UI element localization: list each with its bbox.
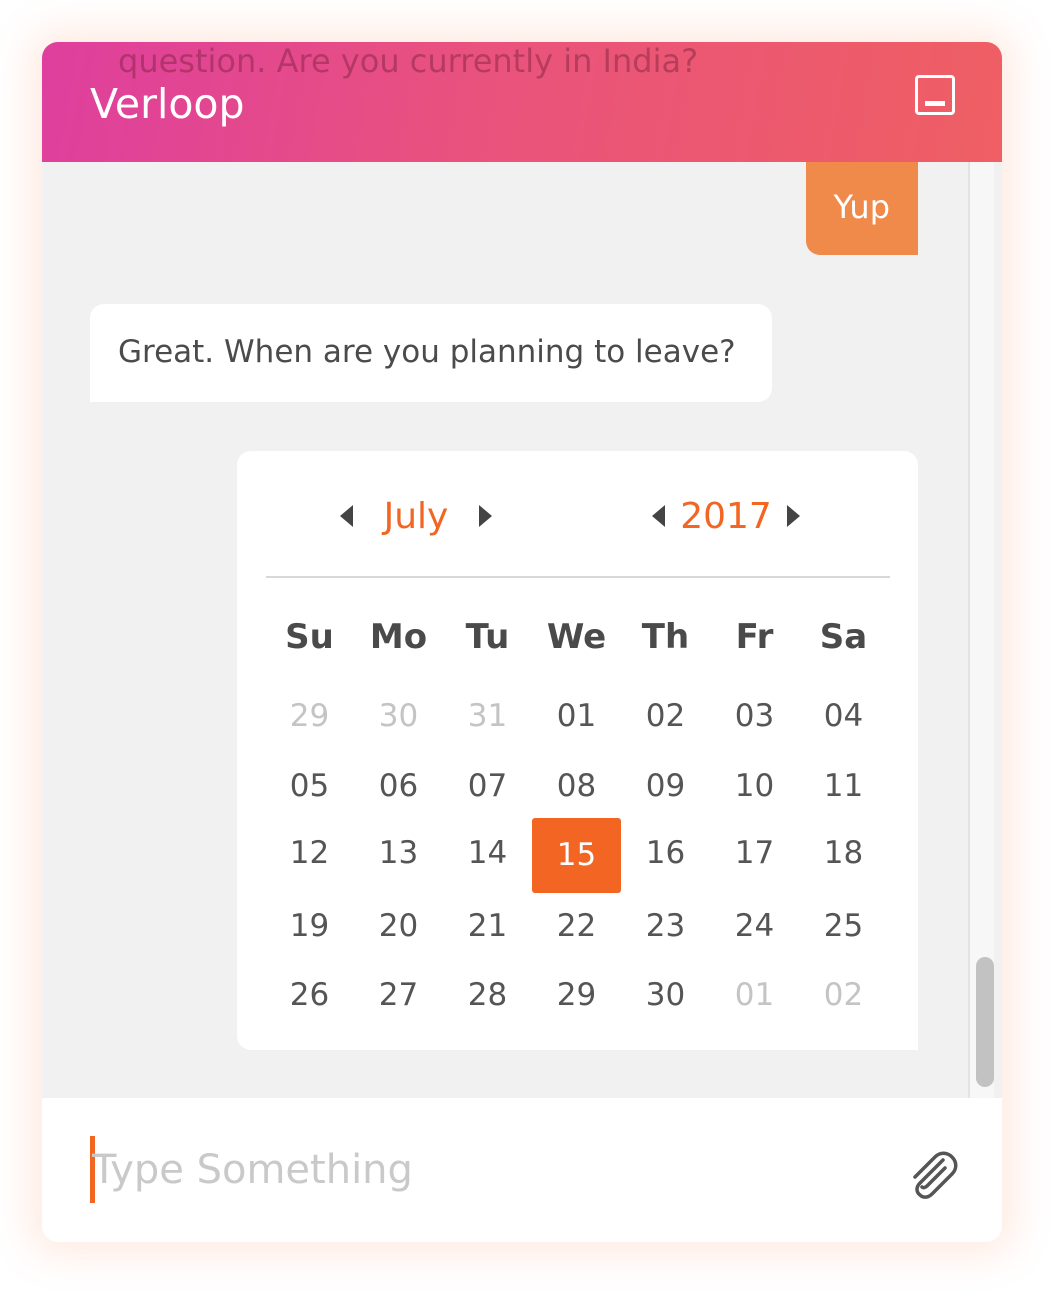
weekday-label: Su <box>285 617 334 657</box>
message-input[interactable] <box>92 1136 872 1203</box>
year-label: 2017 <box>680 495 772 537</box>
weekday-label: Fr <box>735 617 774 657</box>
calendar-day[interactable]: 08 <box>532 751 621 821</box>
calendar-day[interactable]: 07 <box>443 751 532 821</box>
month-label: July <box>383 495 449 537</box>
weekday-header: Su Mo Tu We Th Fr Sa <box>265 617 889 657</box>
calendar-day[interactable]: 26 <box>265 960 354 1030</box>
user-message-bubble: Yup <box>805 162 918 255</box>
calendar-day[interactable]: 05 <box>265 751 354 821</box>
month-navigator: July <box>340 491 492 541</box>
calendar-day[interactable]: 13 <box>354 818 443 888</box>
calendar-day-other-month[interactable]: 02 <box>799 960 888 1030</box>
paperclip-icon[interactable] <box>902 1146 960 1204</box>
calendar-day[interactable]: 14 <box>443 818 532 888</box>
calendar-day[interactable]: 03 <box>710 681 799 751</box>
date-picker: July 2017 Su Mo Tu We Th Fr Sa 29 30 31 … <box>237 451 918 1050</box>
calendar-day[interactable]: 10 <box>710 751 799 821</box>
calendar-day[interactable]: 09 <box>621 751 710 821</box>
minimize-icon[interactable] <box>915 75 955 115</box>
calendar-week: 19 20 21 22 23 24 25 <box>265 891 889 961</box>
calendar-day[interactable]: 18 <box>799 818 888 888</box>
calendar-day-selected[interactable]: 15 <box>532 818 621 893</box>
calendar-day[interactable]: 12 <box>265 818 354 888</box>
calendar-day[interactable]: 29 <box>532 960 621 1030</box>
calendar-divider <box>266 576 890 578</box>
calendar-day[interactable]: 17 <box>710 818 799 888</box>
calendar-day[interactable]: 04 <box>799 681 888 751</box>
calendar-day[interactable]: 01 <box>532 681 621 751</box>
next-month-icon[interactable] <box>479 505 492 527</box>
calendar-day-other-month[interactable]: 01 <box>710 960 799 1030</box>
calendar-day[interactable]: 28 <box>443 960 532 1030</box>
calendar-day[interactable]: 02 <box>621 681 710 751</box>
message-list[interactable]: Yup Great. When are you planning to leav… <box>42 162 1002 1098</box>
weekday-label: We <box>546 617 607 657</box>
year-navigator: 2017 <box>652 491 800 541</box>
calendar-day[interactable]: 25 <box>799 891 888 961</box>
calendar-week: 26 27 28 29 30 01 02 <box>265 960 889 1030</box>
bot-message-bubble: Great. When are you planning to leave? <box>90 304 772 402</box>
calendar-day[interactable]: 24 <box>710 891 799 961</box>
calendar-week: 12 13 14 15 16 17 18 <box>265 818 889 893</box>
weekday-label: Th <box>641 617 690 657</box>
weekday-label: Tu <box>465 617 510 657</box>
weekday-label: Sa <box>819 617 868 657</box>
calendar-day-other-month[interactable]: 29 <box>265 681 354 751</box>
calendar-day[interactable]: 06 <box>354 751 443 821</box>
calendar-day[interactable]: 20 <box>354 891 443 961</box>
calendar-day[interactable]: 19 <box>265 891 354 961</box>
message-composer <box>42 1098 1002 1242</box>
calendar-day[interactable]: 22 <box>532 891 621 961</box>
calendar-day[interactable]: 16 <box>621 818 710 888</box>
calendar-day-other-month[interactable]: 31 <box>443 681 532 751</box>
header-title: Verloop <box>90 80 245 128</box>
scrollbar-thumb[interactable] <box>976 957 994 1087</box>
scrolled-message: question. Are you currently in India? <box>118 42 699 80</box>
weekday-label: Mo <box>369 617 428 657</box>
prev-month-icon[interactable] <box>340 505 353 527</box>
calendar-day[interactable]: 27 <box>354 960 443 1030</box>
calendar-day[interactable]: 11 <box>799 751 888 821</box>
calendar-day-other-month[interactable]: 30 <box>354 681 443 751</box>
chat-widget: question. Are you currently in India? Ve… <box>42 42 1002 1242</box>
calendar-day[interactable]: 21 <box>443 891 532 961</box>
chat-header: question. Are you currently in India? Ve… <box>42 42 1002 162</box>
calendar-week: 29 30 31 01 02 03 04 <box>265 681 889 751</box>
calendar-day[interactable]: 23 <box>621 891 710 961</box>
calendar-day[interactable]: 30 <box>621 960 710 1030</box>
next-year-icon[interactable] <box>787 505 800 527</box>
prev-year-icon[interactable] <box>652 505 665 527</box>
calendar-week: 05 06 07 08 09 10 11 <box>265 751 889 821</box>
